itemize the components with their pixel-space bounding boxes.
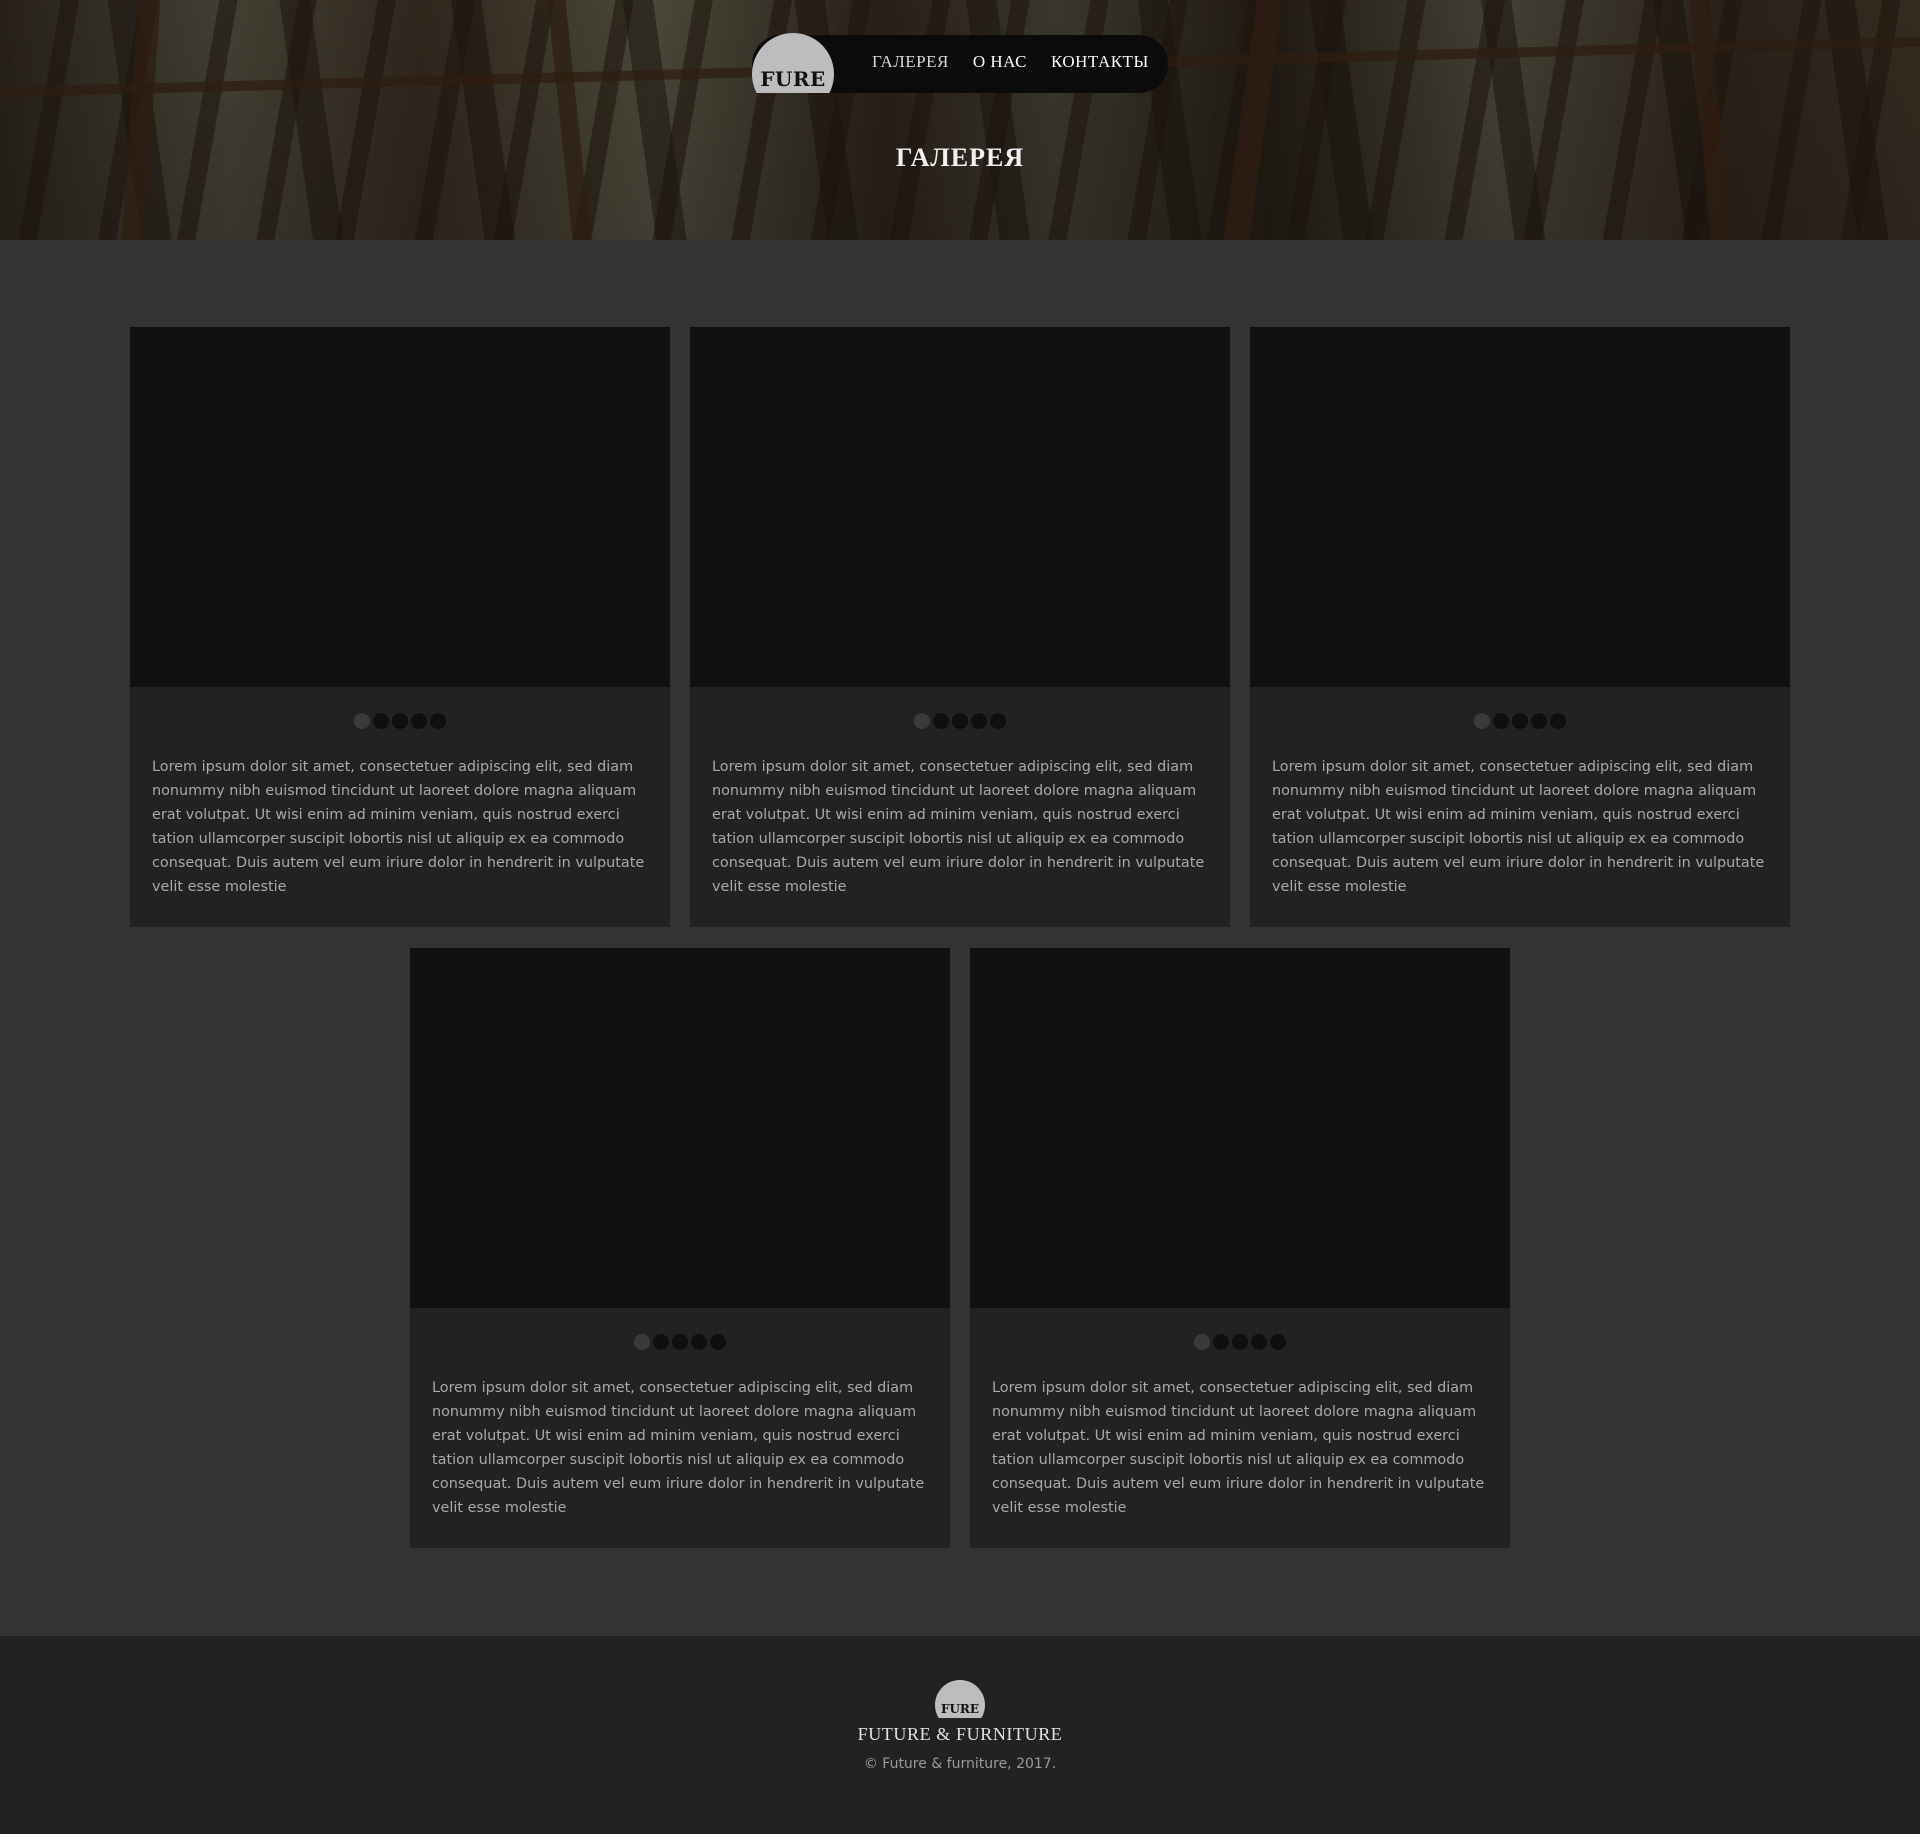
slider-dot[interactable] [1270,1334,1286,1350]
slider-dot[interactable] [653,1334,669,1350]
gallery-photo[interactable] [690,327,1230,687]
slider-dots [690,713,1230,729]
slider-dot[interactable] [971,713,987,729]
gallery-photo[interactable] [970,948,1510,1308]
gallery-card-text: Lorem ipsum dolor sit amet, consectetuer… [992,1380,1485,1516]
logo[interactable]: FURE [752,33,834,93]
gallery-card-text: Lorem ipsum dolor sit amet, consectetuer… [432,1380,925,1516]
hero-bg-beam [1689,0,1731,240]
nav-link-gallery[interactable]: ГАЛЕРЕЯ [872,52,949,72]
slider-dot[interactable] [373,713,389,729]
footer-logo[interactable]: FURE [935,1680,985,1718]
nav-link-contacts[interactable]: КОНТАКТЫ [1051,52,1149,72]
slider-dot[interactable] [1550,713,1566,729]
slider-dot[interactable] [691,1334,707,1350]
gallery-photo[interactable] [130,327,670,687]
slider-dot[interactable] [411,713,427,729]
gallery-card: Lorem ipsum dolor sit amet, consectetuer… [410,948,950,1548]
footer-company-name: FUTURE & FURNITURE [857,1724,1063,1744]
slider-dots [970,1334,1510,1350]
slider-dots [130,713,670,729]
slider-dot[interactable] [1232,1334,1248,1350]
gallery-card-text: Lorem ipsum dolor sit amet, consectetuer… [712,759,1205,895]
slider-dots [1250,713,1790,729]
slider-dot[interactable] [914,713,930,729]
slider-dot[interactable] [634,1334,650,1350]
gallery-card: Lorem ipsum dolor sit amet, consectetuer… [1250,327,1790,927]
slider-dot[interactable] [392,713,408,729]
gallery-card: Lorem ipsum dolor sit amet, consectetuer… [690,327,1230,927]
slider-dot[interactable] [430,713,446,729]
slider-dot[interactable] [1512,713,1528,729]
slider-dot[interactable] [952,713,968,729]
footer: FURE FUTURE & FURNITURE © Future & furni… [0,1636,1920,1834]
slider-dot[interactable] [1213,1334,1229,1350]
footer-copyright: © Future & furniture, 2017. [863,1756,1057,1772]
slider-dot[interactable] [1531,713,1547,729]
page-title: ГАЛЕРЕЯ [895,143,1025,172]
nav-link-about[interactable]: О НАС [973,52,1027,72]
slider-dot[interactable] [1493,713,1509,729]
hero-bg-beam [121,0,161,240]
footer-logo-text: FURE [940,1702,980,1716]
logo-text: FURE [760,67,826,91]
main-nav: ГАЛЕРЕЯ О НАС КОНТАКТЫ [872,52,1149,72]
gallery-photo[interactable] [410,948,950,1308]
slider-dot[interactable] [1251,1334,1267,1350]
slider-dots [410,1334,950,1350]
gallery-card-text: Lorem ipsum dolor sit amet, consectetuer… [1272,759,1765,895]
hero-bg-beam [1223,0,1283,240]
gallery-photo[interactable] [1250,327,1790,687]
slider-dot[interactable] [1474,713,1490,729]
slider-dot[interactable] [990,713,1006,729]
gallery-card: Lorem ipsum dolor sit amet, consectetuer… [130,327,670,927]
slider-dot[interactable] [710,1334,726,1350]
slider-dot[interactable] [354,713,370,729]
slider-dot[interactable] [933,713,949,729]
hero-banner: FURE ГАЛЕРЕЯ О НАС КОНТАКТЫ ГАЛЕРЕЯ [0,0,1920,240]
gallery-card-text: Lorem ipsum dolor sit amet, consectetuer… [152,759,645,895]
hero-bg-beam [547,0,591,240]
slider-dot[interactable] [672,1334,688,1350]
slider-dot[interactable] [1194,1334,1210,1350]
gallery-card: Lorem ipsum dolor sit amet, consectetuer… [970,948,1510,1548]
